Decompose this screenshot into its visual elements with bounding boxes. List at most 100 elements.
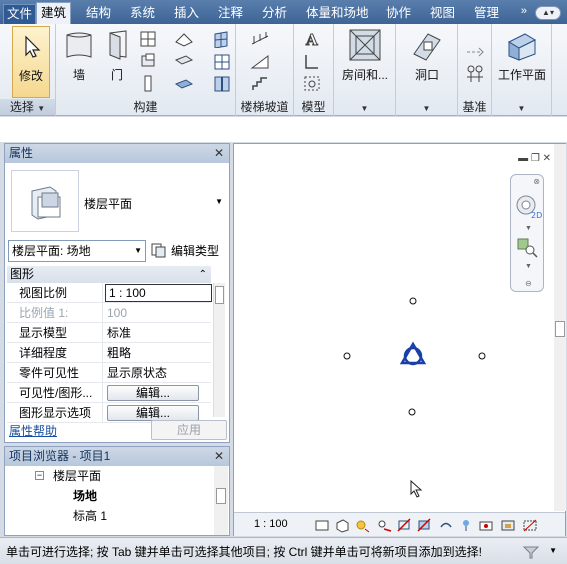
level-icon[interactable] xyxy=(465,42,485,60)
selection-filter-icon[interactable] xyxy=(521,543,541,559)
graphics-group-label: 图形 xyxy=(10,267,35,281)
room-icon xyxy=(349,29,381,61)
show-crop-icon[interactable] xyxy=(416,517,432,533)
elevation-marker-north[interactable] xyxy=(409,297,417,305)
window-icon[interactable] xyxy=(138,30,158,48)
model-text-icon[interactable]: A xyxy=(302,30,322,49)
unlock-3d-icon[interactable] xyxy=(438,517,454,533)
tab-view[interactable]: 视图 xyxy=(426,4,459,24)
room-panel-dropdown[interactable]: ▼ xyxy=(334,99,395,115)
tab-manage[interactable]: 管理 xyxy=(470,4,503,24)
scrollbar-thumb[interactable] xyxy=(555,321,565,337)
work-plane-button[interactable]: 工作平面 xyxy=(494,26,550,94)
floor-icon[interactable] xyxy=(174,74,194,92)
project-base-point-icon[interactable] xyxy=(399,341,427,366)
browser-scrollbar[interactable] xyxy=(214,466,228,535)
floor-plan-thumbnail xyxy=(11,170,79,232)
elevation-marker-east[interactable] xyxy=(478,352,486,360)
properties-help-link[interactable]: 属性帮助 xyxy=(9,422,57,439)
roof-icon[interactable] xyxy=(174,30,194,48)
panel-work-plane: 工作平面 ▼ xyxy=(492,24,552,116)
tree-node-floor-plans[interactable]: − 楼层平面 xyxy=(5,466,213,486)
temporary-view-properties-icon[interactable] xyxy=(500,517,516,533)
wall-button[interactable]: 墙 xyxy=(60,26,98,96)
shadows-icon[interactable] xyxy=(376,517,392,533)
door-label: 门 xyxy=(110,68,123,82)
elevation-marker-west[interactable] xyxy=(343,352,351,360)
opening-panel-dropdown[interactable]: ▼ xyxy=(396,99,457,115)
graphics-group-header[interactable]: 图形 ⌃ xyxy=(7,266,211,283)
ramp-icon[interactable] xyxy=(250,52,270,70)
view-scrollbar[interactable] xyxy=(554,144,566,511)
prop-row-display-model: 显示模型 标准 xyxy=(7,323,211,343)
tab-overflow-button[interactable]: » xyxy=(521,5,527,17)
close-icon[interactable]: ✕ xyxy=(214,144,224,163)
tab-collaborate[interactable]: 协作 xyxy=(382,4,415,24)
grid-icon[interactable] xyxy=(465,64,485,82)
analytical-model-icon[interactable] xyxy=(522,517,538,533)
svg-text:A: A xyxy=(305,31,318,48)
prop-key: 零件可见性 xyxy=(7,363,103,383)
tree-node-level-1[interactable]: 标高 1 xyxy=(5,506,213,526)
close-icon[interactable]: ✕ xyxy=(214,447,224,466)
model-line-icon[interactable] xyxy=(302,52,322,70)
curtain-grid-icon[interactable] xyxy=(212,52,232,70)
visual-style-icon[interactable] xyxy=(334,517,350,533)
properties-palette: 属性 ✕ 楼层平面 ▼ 楼层平面: 场地 ▼ 编辑类型 图形 ⌃ 视图比例 1 … xyxy=(4,143,230,443)
tab-systems[interactable]: 系统 xyxy=(126,4,159,24)
railing-icon[interactable] xyxy=(250,30,270,48)
prop-value[interactable]: 粗略 xyxy=(104,343,211,363)
edit-visibility-button[interactable]: 编辑... xyxy=(107,385,199,401)
elevation-marker-south[interactable] xyxy=(408,408,416,416)
edit-type-icon xyxy=(151,243,166,258)
crop-view-icon[interactable] xyxy=(396,517,412,533)
temporary-hide-icon[interactable] xyxy=(458,517,474,533)
type-selector[interactable]: 楼层平面 ▼ xyxy=(8,167,227,235)
prop-value[interactable]: 显示原状态 xyxy=(104,363,211,383)
stair-icon[interactable] xyxy=(250,74,270,92)
modify-button[interactable]: 修改 xyxy=(12,26,50,98)
select-panel-title[interactable]: 选择 ▼ xyxy=(0,99,55,115)
instance-selector[interactable]: 楼层平面: 场地 ▼ xyxy=(8,240,146,262)
prop-row-visibility-graphics: 可见性/图形... 编辑... xyxy=(7,383,211,403)
tab-structure[interactable]: 结构 xyxy=(82,4,115,24)
properties-scrollbar[interactable] xyxy=(213,283,225,417)
panel-model: A 模型 xyxy=(294,24,334,116)
collapse-icon[interactable]: − xyxy=(35,471,44,480)
room-area-button[interactable]: 房间和... xyxy=(338,26,392,94)
tab-massing-site[interactable]: 体量和场地 xyxy=(302,4,373,24)
tab-analyze[interactable]: 分析 xyxy=(258,4,291,24)
opening-button[interactable]: 洞口 xyxy=(400,26,454,94)
ribbon-display-toggle[interactable]: ▲▾ xyxy=(535,6,561,20)
column-icon[interactable] xyxy=(138,74,158,92)
tab-architecture[interactable]: 建筑 xyxy=(36,2,72,24)
component-icon[interactable] xyxy=(138,52,158,70)
type-dropdown-icon[interactable]: ▼ xyxy=(215,197,223,206)
tree-node-site[interactable]: 场地 xyxy=(5,486,213,506)
sun-path-icon[interactable] xyxy=(354,517,370,533)
chevron-down-icon[interactable]: ▼ xyxy=(549,546,557,555)
properties-title-bar: 属性 ✕ xyxy=(5,144,229,163)
model-group-icon[interactable] xyxy=(302,74,322,92)
prop-value[interactable]: 标准 xyxy=(104,323,211,343)
panel-room-area: 房间和... ▼ xyxy=(334,24,396,116)
ceiling-icon[interactable] xyxy=(174,52,194,70)
work-plane-panel-dropdown[interactable]: ▼ xyxy=(492,99,551,115)
drawing-view[interactable]: ▬ ❐ ✕ ⊗ 2D ▼ ▼ ⊖ 1 : 100 xyxy=(233,143,566,536)
view-scale-input[interactable]: 1 : 100 xyxy=(105,284,212,302)
apply-button[interactable]: 应用 xyxy=(151,420,227,440)
tab-file[interactable]: 文件 xyxy=(3,4,37,24)
curtain-system-icon[interactable] xyxy=(212,30,232,48)
tree-node-label: 场地 xyxy=(73,489,98,503)
door-button[interactable]: 门 xyxy=(100,26,134,96)
project-browser-title: 项目浏览器 - 项目1 xyxy=(9,449,111,463)
view-scale-label[interactable]: 1 : 100 xyxy=(254,518,288,530)
edit-graphic-display-button[interactable]: 编辑... xyxy=(107,405,199,421)
mullion-icon[interactable] xyxy=(212,74,232,92)
tab-insert[interactable]: 插入 xyxy=(170,4,203,24)
scrollbar-thumb[interactable] xyxy=(215,286,224,304)
tab-annotate[interactable]: 注释 xyxy=(214,4,247,24)
detail-level-icon[interactable] xyxy=(314,517,330,533)
scrollbar-thumb[interactable] xyxy=(216,488,226,504)
reveal-hidden-icon[interactable] xyxy=(478,517,494,533)
